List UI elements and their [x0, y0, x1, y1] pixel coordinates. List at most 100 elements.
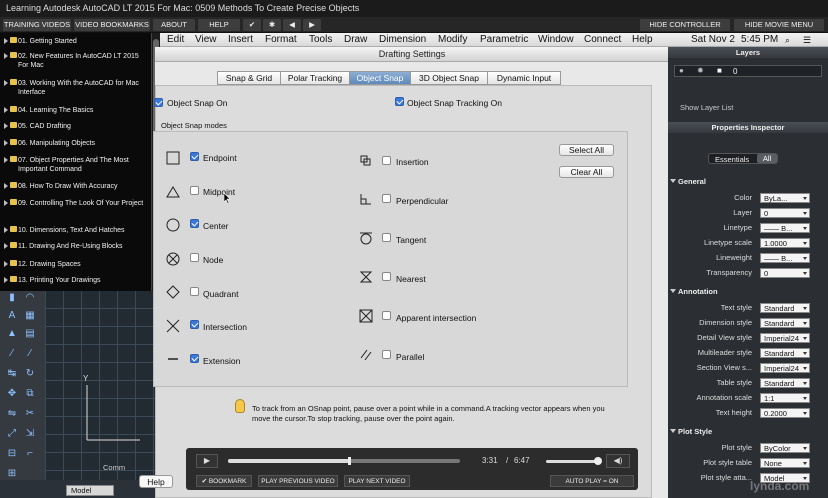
annotation-property-value[interactable]: Imperial24 — [760, 333, 810, 343]
disclosure-icon[interactable] — [4, 123, 8, 129]
plot-style-section[interactable]: Plot Style — [669, 427, 712, 436]
mirror-icon[interactable]: ⇋ — [6, 408, 18, 420]
tab-object-snap[interactable]: Object Snap — [349, 71, 411, 85]
annotation-property-value[interactable]: Standard — [760, 378, 810, 388]
dimension-icon[interactable]: ▮ — [6, 292, 18, 304]
general-property-value[interactable]: 0 — [760, 268, 810, 278]
disclosure-icon[interactable] — [4, 183, 8, 189]
menu-connect[interactable]: Connect — [584, 33, 621, 47]
intersection-checkbox[interactable] — [190, 320, 199, 329]
plot-property-value[interactable]: None — [760, 458, 810, 468]
drawing-grid[interactable]: Y — [45, 290, 155, 480]
tab-dynamic-input[interactable]: Dynamic Input — [487, 71, 561, 85]
all-option[interactable]: All — [757, 154, 777, 163]
nearest-checkbox[interactable] — [382, 272, 391, 281]
menu-draw[interactable]: Draw — [344, 33, 367, 47]
annotation-property-value[interactable]: 0.2000 — [760, 408, 810, 418]
volume-knob[interactable] — [594, 457, 602, 465]
menu-parametric[interactable]: Parametric — [480, 33, 528, 47]
play-previous-button[interactable]: PLAY PREVIOUS VIDEO — [258, 475, 338, 487]
menu-insert[interactable]: Insert — [228, 33, 253, 47]
video-progress-track[interactable] — [228, 457, 460, 465]
disclosure-icon[interactable] — [4, 227, 8, 233]
plot-property-value[interactable]: ByColor — [760, 443, 810, 453]
previous-icon[interactable]: ◀ — [283, 19, 301, 31]
trim-icon[interactable]: ✂ — [24, 408, 36, 420]
hide-movie-menu-button[interactable]: HIDE MOVIE MENU — [734, 19, 824, 31]
disclosure-icon[interactable] — [4, 277, 8, 283]
copy-icon[interactable]: ⧉ — [24, 388, 36, 400]
tab-3d-object-snap[interactable]: 3D Object Snap — [410, 71, 488, 85]
measure-icon[interactable]: ↹ — [6, 368, 18, 380]
layer-selector[interactable]: ● ✹ ■ 0 — [674, 65, 822, 77]
menu-help[interactable]: Help — [632, 33, 653, 47]
essentials-option[interactable]: Essentials — [715, 155, 749, 164]
menu-dimension[interactable]: Dimension — [379, 33, 426, 47]
annotation-property-value[interactable]: Standard — [760, 348, 810, 358]
center-checkbox[interactable] — [190, 219, 199, 228]
line-icon[interactable]: ⁄ — [6, 348, 18, 360]
general-property-value[interactable]: —— B... — [760, 253, 810, 263]
menu-window[interactable]: Window — [538, 33, 574, 47]
tangent-checkbox[interactable] — [382, 233, 391, 242]
about-button[interactable]: ABOUT — [153, 19, 195, 31]
offset-icon[interactable]: ⊟ — [6, 448, 18, 460]
bookmark-button[interactable]: ✔ BOOKMARK — [196, 475, 252, 487]
object-snap-tracking-checkbox[interactable] — [395, 97, 404, 106]
apparent-intersection-checkbox[interactable] — [382, 311, 391, 320]
auto-play-toggle[interactable]: AUTO PLAY = ON — [550, 475, 634, 487]
disclosure-icon[interactable] — [4, 140, 8, 146]
general-property-value[interactable]: ByLa... — [760, 193, 810, 203]
insertion-checkbox[interactable] — [382, 156, 391, 165]
text-icon[interactable]: A — [6, 310, 18, 322]
next-icon[interactable]: ▶ — [303, 19, 321, 31]
rotate-icon[interactable]: ↻ — [24, 368, 36, 380]
model-tab[interactable]: Model — [66, 485, 114, 496]
node-checkbox[interactable] — [190, 253, 199, 262]
video-progress-thumb[interactable] — [347, 457, 351, 465]
disclosure-icon[interactable] — [4, 157, 8, 163]
search-icon[interactable]: ⌕ — [785, 33, 790, 47]
clear-all-button[interactable]: Clear All — [559, 166, 614, 178]
annotation-section[interactable]: Annotation — [670, 287, 718, 296]
general-section[interactable]: General — [670, 177, 706, 186]
warning-icon[interactable]: ▲ — [6, 328, 18, 340]
endpoint-checkbox[interactable] — [190, 152, 199, 161]
help-button[interactable]: HELP — [198, 19, 240, 31]
select-all-button[interactable]: Select All — [559, 144, 614, 156]
disclosure-icon[interactable] — [4, 38, 8, 44]
arc-icon[interactable]: ◠ — [24, 292, 36, 304]
fillet-icon[interactable]: ⌐ — [24, 448, 36, 460]
perpendicular-checkbox[interactable] — [382, 194, 391, 203]
disclosure-icon[interactable] — [4, 53, 8, 59]
disclosure-icon[interactable] — [4, 200, 8, 206]
menu-modify[interactable]: Modify — [438, 33, 467, 47]
array-icon[interactable]: ⊞ — [6, 468, 18, 480]
table-icon[interactable]: ▦ — [24, 310, 36, 322]
check-icon[interactable]: ✔ — [243, 19, 261, 31]
volume-icon[interactable]: ◀) — [606, 454, 630, 468]
play-icon[interactable]: ▶ — [196, 454, 218, 468]
tab-polar-tracking[interactable]: Polar Tracking — [280, 71, 350, 85]
polyline-icon[interactable]: ∕ — [24, 348, 36, 360]
quadrant-checkbox[interactable] — [190, 287, 199, 296]
annotation-property-value[interactable]: 1:1 — [760, 393, 810, 403]
menu-tools[interactable]: Tools — [309, 33, 332, 47]
stretch-icon[interactable]: ⇲ — [24, 428, 36, 440]
extension-checkbox[interactable] — [190, 354, 199, 363]
tab-snap-grid[interactable]: Snap & Grid — [217, 71, 281, 85]
play-next-button[interactable]: PLAY NEXT VIDEO — [344, 475, 410, 487]
menu-format[interactable]: Format — [265, 33, 297, 47]
menu-view[interactable]: View — [195, 33, 217, 47]
object-snap-on-checkbox[interactable] — [154, 98, 163, 107]
general-property-value[interactable]: 1.0000 — [760, 238, 810, 248]
video-bookmarks-button[interactable]: VIDEO BOOKMARKS — [74, 19, 150, 31]
general-property-value[interactable]: —— B... — [760, 223, 810, 233]
disclosure-icon[interactable] — [4, 261, 8, 267]
annotation-property-value[interactable]: Imperial24 — [760, 363, 810, 373]
general-property-value[interactable]: 0 — [760, 208, 810, 218]
disclosure-icon[interactable] — [4, 107, 8, 113]
dialog-help-button[interactable]: Help — [139, 475, 173, 488]
annotation-property-value[interactable]: Standard — [760, 303, 810, 313]
scale-icon[interactable]: ⤢ — [6, 428, 18, 440]
